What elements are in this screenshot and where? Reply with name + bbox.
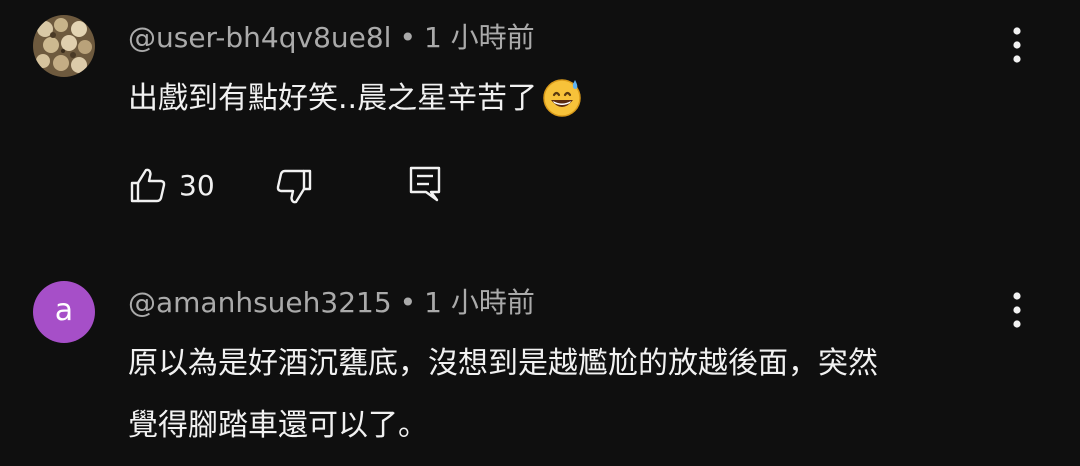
comment-text: 原以為是好酒沉甕底，沒想到是越尷尬的放越後面，突然 覺得腳踏車還可以了。 [128, 333, 1028, 457]
separator-dot: • [399, 21, 416, 54]
comment-text-body: 出戲到有點好笑..晨之星辛苦了 [128, 81, 538, 116]
separator-dot: • [399, 286, 417, 319]
more-options-button[interactable] [1000, 23, 1034, 67]
dislike-button[interactable] [274, 166, 314, 206]
thumb-up-icon [130, 168, 166, 203]
like-button[interactable] [128, 166, 168, 206]
timestamp: 1 小時前 [423, 21, 535, 54]
comment-header: @user-bh4qv8ue8l • 1 小時前 [128, 18, 535, 58]
comment-text-line: 原以為是好酒沉甕底，沒想到是越尷尬的放越後面，突然 [128, 346, 878, 381]
comment-text-line: 覺得腳踏車還可以了。 [128, 408, 428, 443]
avatar-letter: a [54, 293, 74, 328]
comment-text: 出戲到有點好笑..晨之星辛苦了 [128, 68, 1028, 130]
avatar[interactable]: a [33, 281, 95, 343]
like-count: 30 [179, 169, 215, 202]
timestamp: 1 小時前 [424, 286, 535, 319]
grinning-face-with-sweat-icon [543, 78, 581, 117]
more-vert-icon [1013, 27, 1021, 63]
author-name[interactable]: @user-bh4qv8ue8l [128, 21, 391, 54]
reply-icon [409, 166, 441, 202]
reply-button[interactable] [407, 164, 443, 204]
more-vert-icon [1013, 292, 1021, 328]
comment: a @amanhsueh3215 • 1 小時前 原以為是好酒沉甕底，沒想到是越尷尬… [0, 266, 1080, 466]
author-name[interactable]: @amanhsueh3215 [128, 286, 392, 319]
thumb-down-icon [276, 169, 312, 204]
comment-header: @amanhsueh3215 • 1 小時前 [128, 283, 535, 323]
avatar-photo-icon [33, 15, 95, 77]
more-options-button[interactable] [1000, 288, 1034, 332]
avatar[interactable] [33, 15, 95, 77]
comment: @user-bh4qv8ue8l • 1 小時前 出戲到有點好笑..晨之星辛苦了 3… [0, 0, 1080, 250]
